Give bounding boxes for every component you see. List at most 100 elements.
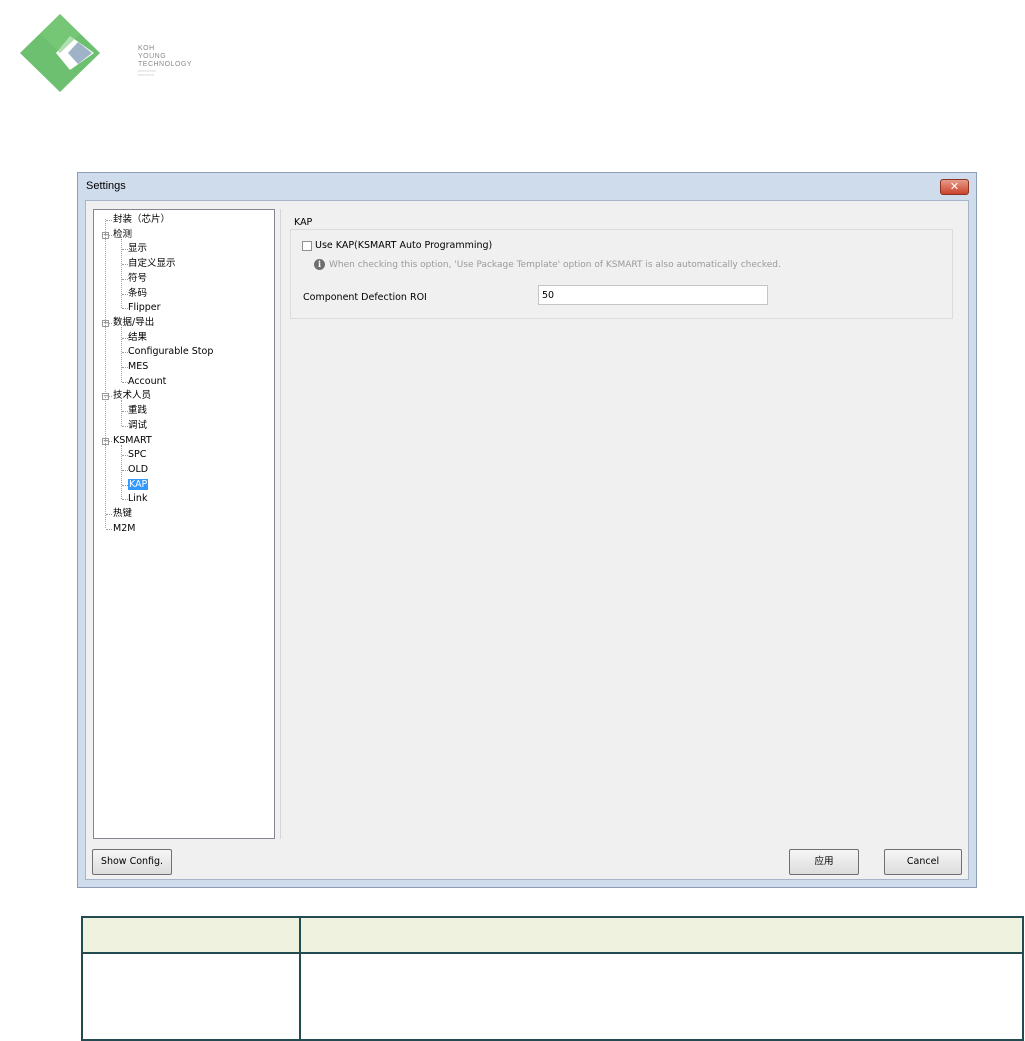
- use-kap-checkbox[interactable]: [302, 241, 312, 251]
- logo-tagline-decoration-2: ━━━━━━━: [138, 73, 155, 77]
- tree-connector: [122, 411, 128, 413]
- kap-settings-panel: KAP Use KAP(KSMART Auto Programming) i Wh…: [280, 209, 961, 839]
- tree-connector: [122, 381, 128, 383]
- tree-item-label: 检测: [113, 228, 133, 240]
- use-kap-label[interactable]: Use KAP(KSMART Auto Programming): [315, 240, 492, 251]
- tree-item-label: KAP: [128, 478, 149, 490]
- tree-item-label: 调试: [128, 419, 148, 431]
- tree-connector: [122, 352, 128, 354]
- info-icon: i: [314, 259, 325, 270]
- tree-item-label: Flipper: [128, 302, 161, 314]
- show-config-button[interactable]: Show Config.: [92, 849, 172, 875]
- use-kap-row[interactable]: Use KAP(KSMART Auto Programming): [302, 239, 492, 253]
- tree-connector: [106, 528, 112, 530]
- tree-connector: [122, 367, 128, 368]
- tree-item-label: M2M: [113, 522, 136, 534]
- tree-connector: [122, 249, 128, 251]
- tree-item-label: Link: [128, 493, 148, 505]
- tree-item-label: 符号: [128, 272, 148, 284]
- settings-window: Settings ✕ 封装（芯片） 检测 − 显示 自定义显示 符号 条码 Flipper 数据…: [77, 172, 977, 888]
- logo-diamond-icon: [20, 14, 100, 92]
- tree-leaf[interactable]: 调试: [128, 419, 147, 433]
- tree-branch-line: [121, 238, 122, 309]
- tree-leaf[interactable]: 条码: [128, 287, 147, 301]
- tree-branch-line: [121, 444, 122, 500]
- tree-leaf[interactable]: SPC: [128, 448, 146, 462]
- tree-node[interactable]: 数据/导出: [113, 316, 154, 330]
- tree-leaf[interactable]: 显示: [128, 242, 147, 256]
- settings-tree[interactable]: 封装（芯片） 检测 − 显示 自定义显示 符号 条码 Flipper 数据/导出 − 结果 Confi…: [93, 209, 275, 839]
- tree-item-label: 结果: [128, 331, 148, 343]
- tree-leaf[interactable]: KAP: [128, 478, 149, 492]
- info-text: When checking this option, 'Use Package …: [329, 260, 781, 270]
- tree-connector: [122, 264, 128, 266]
- doc-table-header-cell-2: [299, 916, 1024, 954]
- tree-branch-line: [121, 326, 122, 382]
- tree-item-label: 条码: [128, 287, 148, 299]
- tree-node[interactable]: KSMART: [113, 434, 152, 448]
- cancel-button[interactable]: Cancel: [884, 849, 962, 875]
- apply-button[interactable]: 应用: [789, 849, 859, 875]
- tree-connector: [122, 499, 128, 501]
- tree-connector: [122, 455, 128, 457]
- tree-item-label: 自定义显示: [128, 258, 176, 270]
- tree-connector: [122, 293, 128, 295]
- tree-item-label: Configurable Stop: [128, 346, 214, 358]
- kap-group-title: KAP: [294, 217, 313, 228]
- tree-connector: [122, 278, 128, 280]
- doc-table-header-row: [81, 916, 1024, 954]
- logo-line-3: TECHNOLOGY: [138, 61, 193, 68]
- koh-young-logo: KOH YOUNG TECHNOLOGY ━━━━━━━━ ━━━━━━━: [18, 12, 192, 94]
- tree-item-label: 数据/导出: [113, 316, 155, 328]
- tree-leaf[interactable]: Link: [128, 492, 147, 506]
- tree-item-label: MES: [128, 361, 149, 372]
- logo-line-2: YOUNG: [138, 53, 167, 60]
- tree-trunk-line: [105, 219, 106, 528]
- doc-table-cell-2: [299, 952, 1024, 1041]
- tree-node[interactable]: 封装（芯片）: [113, 213, 170, 227]
- tree-item-label: 重践: [128, 405, 148, 417]
- info-row: i When checking this option, 'Use Package…: [314, 258, 781, 272]
- roi-input[interactable]: [538, 285, 768, 305]
- tree-connector: [122, 425, 128, 427]
- tree-item-label: SPC: [128, 449, 147, 461]
- tree-leaf[interactable]: OLD: [128, 463, 148, 477]
- tree-item-label: 热键: [113, 508, 133, 519]
- tree-leaf[interactable]: Account: [128, 375, 166, 389]
- tree-node[interactable]: 技术人员: [113, 389, 151, 403]
- tree-connector: [122, 308, 128, 310]
- doc-table-header-cell-1: [81, 916, 301, 954]
- tree-item-label: OLD: [128, 463, 149, 475]
- tree-branch-line: [121, 400, 122, 426]
- tree-node[interactable]: 检测: [113, 228, 132, 242]
- tree-leaf[interactable]: MES: [128, 360, 148, 374]
- tree-item-label: 显示: [128, 243, 148, 255]
- logo-text: KOH YOUNG TECHNOLOGY ━━━━━━━━ ━━━━━━━: [138, 45, 192, 77]
- tree-connector: [122, 337, 128, 339]
- tree-connector: [122, 484, 128, 486]
- tree-leaf[interactable]: 重践: [128, 404, 147, 418]
- doc-table-row: [81, 952, 1024, 1041]
- close-icon: ✕: [949, 180, 960, 193]
- doc-table: [81, 916, 1024, 1041]
- tree-leaf[interactable]: Configurable Stop: [128, 345, 213, 359]
- tree-item-label: KSMART: [113, 434, 152, 446]
- logo-line-1: KOH: [138, 45, 155, 52]
- tree-node[interactable]: 热键: [113, 507, 132, 521]
- tree-connector: [122, 469, 128, 471]
- tree-item-label: 封装（芯片）: [113, 214, 171, 225]
- tree-item-label: 技术人员: [113, 390, 152, 402]
- tree-leaf[interactable]: 自定义显示: [128, 257, 176, 271]
- tree-connector: [106, 220, 112, 221]
- doc-table-cell-1: [81, 952, 301, 1041]
- window-client-area: 封装（芯片） 检测 − 显示 自定义显示 符号 条码 Flipper 数据/导出 − 结果 Confi…: [85, 200, 969, 880]
- tree-item-label: Account: [128, 375, 167, 387]
- tree-leaf[interactable]: 符号: [128, 272, 147, 286]
- tree-connector: [106, 514, 112, 515]
- window-titlebar[interactable]: Settings ✕: [78, 173, 976, 200]
- tree-node[interactable]: M2M: [113, 522, 135, 536]
- roi-label: Component Defection ROI: [303, 292, 427, 303]
- tree-leaf[interactable]: 结果: [128, 331, 147, 345]
- tree-leaf[interactable]: Flipper: [128, 301, 161, 315]
- close-button[interactable]: ✕: [940, 179, 969, 195]
